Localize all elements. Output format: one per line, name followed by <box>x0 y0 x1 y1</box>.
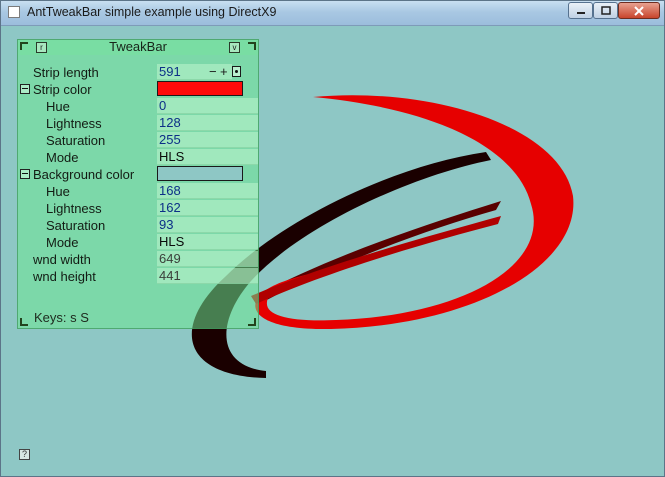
group-strip-color[interactable]: Strip color <box>20 81 258 98</box>
row-strip-hue[interactable]: Hue 0 <box>20 98 258 115</box>
window-title: AntTweakBar simple example using DirectX… <box>27 5 277 19</box>
title-bar[interactable]: AntTweakBar simple example using DirectX… <box>1 1 664 26</box>
strip-length-label: Strip length <box>33 65 99 80</box>
wnd-height-label: wnd height <box>33 269 96 284</box>
help-icon[interactable]: ? <box>19 449 30 460</box>
tweakbar-title: TweakBar <box>109 39 167 54</box>
minimize-icon <box>576 11 585 14</box>
lightness-field[interactable]: 128 <box>157 115 258 131</box>
resize-corner-top-right[interactable] <box>248 42 256 50</box>
hue-label: Hue <box>46 184 70 199</box>
hue-field[interactable]: 0 <box>157 98 258 114</box>
decrement-button[interactable]: − <box>209 64 217 80</box>
resize-corner-bottom-right[interactable] <box>248 318 256 326</box>
close-button[interactable] <box>618 2 660 19</box>
strip-color-label: Strip color <box>33 82 92 97</box>
row-strip-saturation[interactable]: Saturation 255 <box>20 132 258 149</box>
app-icon <box>8 6 20 18</box>
maximize-icon <box>600 6 611 15</box>
row-bg-lightness[interactable]: Lightness 162 <box>20 200 258 217</box>
maximize-button[interactable] <box>593 2 618 19</box>
increment-button[interactable]: + <box>220 64 228 80</box>
mode-field[interactable]: HLS <box>157 149 258 165</box>
lightness-label: Lightness <box>46 201 102 216</box>
row-bg-hue[interactable]: Hue 168 <box>20 183 258 200</box>
group-background-color[interactable]: Background color <box>20 166 258 183</box>
background-color-swatch[interactable] <box>157 166 243 181</box>
saturation-field[interactable]: 93 <box>157 217 258 233</box>
lightness-label: Lightness <box>46 116 102 131</box>
resize-corner-top-left[interactable] <box>20 42 28 50</box>
keys-hint: Keys: s S <box>34 310 89 325</box>
strip-front <box>255 95 574 330</box>
minimize-button[interactable] <box>568 2 593 19</box>
background-color-label: Background color <box>33 167 135 182</box>
lightness-field[interactable]: 162 <box>157 200 258 216</box>
row-strip-lightness[interactable]: Lightness 128 <box>20 115 258 132</box>
close-icon <box>634 5 644 16</box>
mode-field[interactable]: HLS <box>157 234 258 250</box>
row-bg-saturation[interactable]: Saturation 93 <box>20 217 258 234</box>
mode-label: Mode <box>46 150 79 165</box>
tweakbar-panel[interactable]: TweakBar r v Strip length 591 − + Strip … <box>17 39 259 329</box>
mode-label: Mode <box>46 235 79 250</box>
collapse-icon[interactable] <box>20 84 30 94</box>
hue-field[interactable]: 168 <box>157 183 258 199</box>
row-strip-length[interactable]: Strip length 591 − + <box>20 64 258 81</box>
row-wnd-height: wnd height 441 <box>20 268 258 285</box>
tweakbar-header[interactable]: TweakBar r v <box>18 39 258 55</box>
rotoslider-button[interactable] <box>232 66 241 77</box>
saturation-field[interactable]: 255 <box>157 132 258 148</box>
saturation-label: Saturation <box>46 133 106 148</box>
wnd-width-value: 649 <box>157 251 258 267</box>
wnd-width-label: wnd width <box>33 252 91 267</box>
row-wnd-width: wnd width 649 <box>20 251 258 268</box>
collapse-icon[interactable] <box>20 169 30 179</box>
strip-color-swatch[interactable] <box>157 81 243 96</box>
app-window: AntTweakBar simple example using DirectX… <box>0 0 665 477</box>
tweakbar-minimize-button[interactable]: v <box>229 42 240 53</box>
row-strip-mode[interactable]: Mode HLS <box>20 149 258 166</box>
resize-corner-bottom-left[interactable] <box>20 318 28 326</box>
row-bg-mode[interactable]: Mode HLS <box>20 234 258 251</box>
wnd-height-value: 441 <box>157 268 258 284</box>
saturation-label: Saturation <box>46 218 106 233</box>
tweakbar-reset-button[interactable]: r <box>36 42 47 53</box>
hue-label: Hue <box>46 99 70 114</box>
